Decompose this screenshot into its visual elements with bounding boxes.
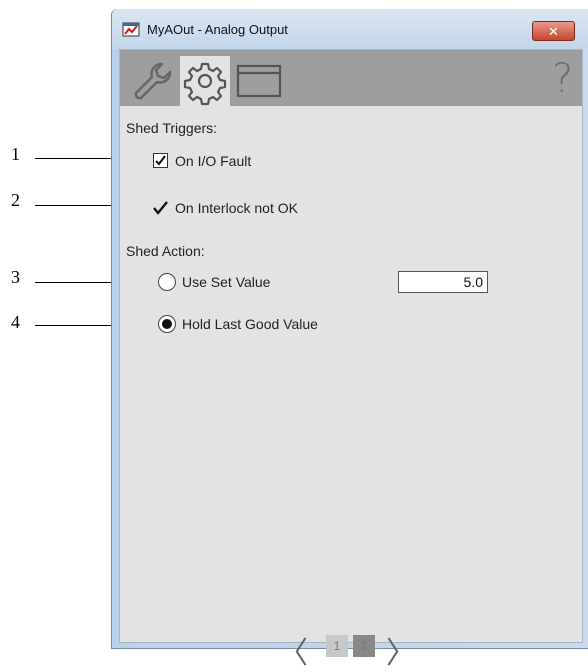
next-page-arrow[interactable]: 〉 [386, 628, 416, 672]
use-set-value-radio[interactable] [158, 273, 176, 291]
wrench-icon [126, 62, 176, 110]
on-io-fault-label: On I/O Fault [175, 153, 252, 169]
tab-bar: ? [120, 50, 582, 106]
app-icon [122, 20, 140, 38]
callout-2: 2 [11, 190, 20, 210]
window-icon [234, 64, 284, 110]
use-set-value-label: Use Set Value [182, 274, 271, 290]
prev-page-arrow[interactable]: 〈 [278, 628, 308, 672]
help-icon[interactable]: ? [552, 56, 573, 102]
callout-3-line [35, 282, 121, 283]
tab-advanced[interactable] [180, 56, 230, 106]
faceplate-client: ? Shed Triggers: On I/O Fault On Interlo… [119, 49, 583, 671]
callout-4-line [35, 325, 121, 326]
callout-1-line [35, 158, 121, 159]
shed-triggers-heading: Shed Triggers: [126, 120, 218, 136]
hold-last-good-label: Hold Last Good Value [182, 316, 318, 332]
on-interlock-label: On Interlock not OK [175, 200, 298, 216]
callout-2-line [35, 205, 121, 206]
faceplate-window: MyAOut - Analog Output ✕ ? Shed Triggers… [111, 9, 588, 671]
title-bar[interactable]: MyAOut - Analog Output ✕ [112, 9, 588, 49]
hold-last-good-radio[interactable] [158, 315, 176, 333]
page-1-button[interactable]: 1 [326, 635, 348, 657]
shed-action-heading: Shed Action: [126, 243, 205, 259]
on-io-fault-checkbox[interactable] [153, 153, 168, 168]
callout-3: 3 [11, 267, 20, 287]
check-icon [153, 201, 168, 220]
gear-icon [180, 62, 230, 110]
set-value-input[interactable]: 5.0 [398, 271, 488, 293]
window-title: MyAOut - Analog Output [147, 22, 288, 37]
tab-maintenance[interactable] [126, 56, 176, 106]
page-2-button[interactable]: 2 [353, 635, 375, 657]
tab-display[interactable] [234, 56, 284, 106]
callout-1: 1 [11, 144, 20, 164]
callout-4: 4 [11, 312, 20, 332]
close-button[interactable]: ✕ [532, 21, 575, 41]
